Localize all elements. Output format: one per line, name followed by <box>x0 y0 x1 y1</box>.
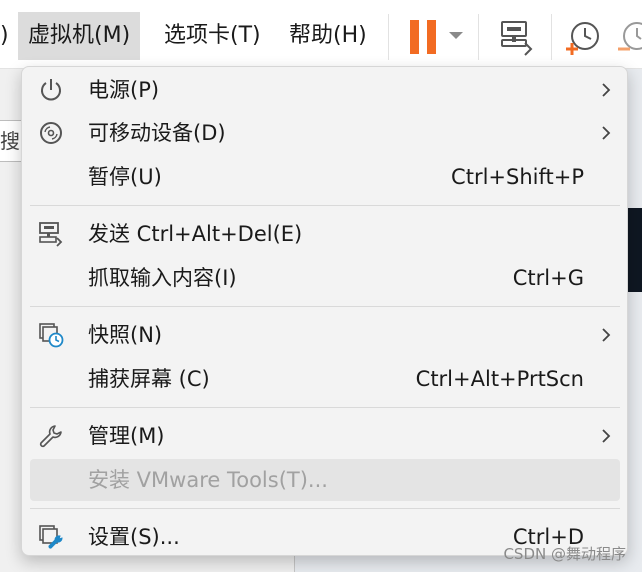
menu-help[interactable]: 帮助(H) <box>279 12 377 60</box>
toolbar-separator <box>388 14 389 60</box>
menu-item-label: 可移动设备(D) <box>88 121 226 145</box>
menu-item-label: 设置(S)... <box>88 525 180 549</box>
snapshot-icon <box>39 323 64 348</box>
menu-item-label: 安装 VMware Tools(T)... <box>88 468 328 492</box>
menu-item-send-ctrl-alt-del[interactable]: 发送 Ctrl+Alt+Del(E) <box>30 213 620 255</box>
chevron-right-icon <box>602 328 611 342</box>
menu-item-label: 捕获屏幕 (C) <box>88 367 210 391</box>
vm-dropdown-menu: 电源(P) 可移动设备(D) 暂停(U) Ctrl+Shift+P 发送 Ctr… <box>21 66 628 556</box>
menu-separator <box>30 407 620 408</box>
disc-icon <box>40 122 62 144</box>
menu-item-label: 管理(M) <box>88 424 165 448</box>
pause-icon[interactable] <box>410 20 436 54</box>
menu-item-grab-input[interactable]: 抓取输入内容(I) Ctrl+G <box>30 257 620 299</box>
menu-item-snapshot[interactable]: 快照(N) <box>30 314 620 356</box>
shortcut-text: Ctrl+G <box>512 266 584 290</box>
menu-item-pause[interactable]: 暂停(U) Ctrl+Shift+P <box>30 156 620 198</box>
menu-item-power[interactable]: 电源(P) <box>30 69 620 111</box>
dropdown-arrow-icon[interactable] <box>447 30 465 42</box>
menu-item-manage[interactable]: 管理(M) <box>30 415 620 457</box>
send-keys-icon <box>39 222 63 247</box>
settings-icon <box>39 525 63 549</box>
snapshot-clock-icon[interactable] <box>566 18 602 56</box>
snapshot-revert-icon[interactable] <box>618 18 642 56</box>
chevron-right-icon <box>602 429 611 443</box>
toolbar-separator <box>478 14 479 60</box>
power-icon <box>41 79 61 101</box>
menu-item-removable-devices[interactable]: 可移动设备(D) <box>30 112 620 154</box>
menu-item-label: 抓取输入内容(I) <box>88 266 237 290</box>
search-box-fragment: 搜 <box>0 120 23 162</box>
menu-item-label: 发送 Ctrl+Alt+Del(E) <box>88 222 303 246</box>
toolbar-separator <box>551 14 552 60</box>
menu-item-capture-screen[interactable]: 捕获屏幕 (C) Ctrl+Alt+PrtScn <box>30 358 620 400</box>
shortcut-text: Ctrl+Alt+PrtScn <box>415 367 584 391</box>
menu-bar: ) 虚拟机(M) 选项卡(T) 帮助(H) <box>0 0 642 69</box>
chevron-right-icon <box>602 126 611 140</box>
chevron-right-icon <box>602 83 611 97</box>
wrench-icon <box>39 425 62 448</box>
menu-item-label: 电源(P) <box>88 78 160 102</box>
menu-separator <box>30 508 620 509</box>
watermark: CSDN @舞动程序 <box>503 545 626 563</box>
shortcut-text: Ctrl+Shift+P <box>451 165 584 189</box>
menu-item-label: 快照(N) <box>88 323 163 347</box>
menu-separator <box>30 205 620 206</box>
menu-separator <box>30 306 620 307</box>
menu-tabs[interactable]: 选项卡(T) <box>154 12 271 60</box>
menu-item-install-vmware-tools[interactable]: 安装 VMware Tools(T)... <box>30 459 620 501</box>
send-key-toolbar-icon[interactable] <box>498 18 536 56</box>
menu-vm[interactable]: 虚拟机(M) <box>18 12 141 60</box>
menu-item-label: 暂停(U) <box>88 165 162 189</box>
menu-view-fragment[interactable]: ) <box>0 12 19 60</box>
